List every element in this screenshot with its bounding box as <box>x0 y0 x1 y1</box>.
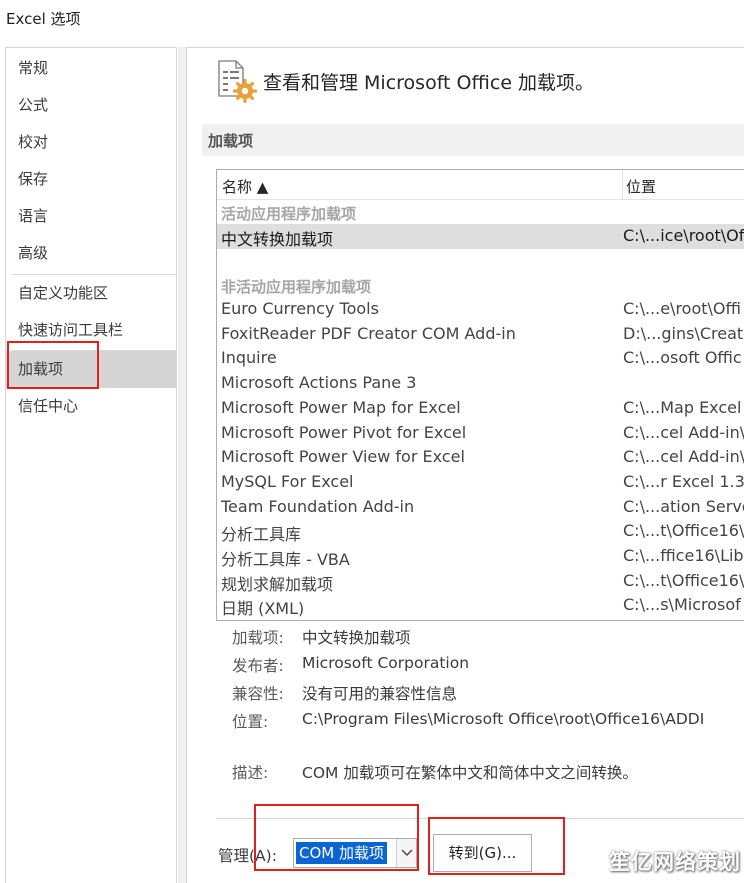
detail-value: C:\Program Files\Microsoft Office\root\O… <box>302 710 705 728</box>
detail-value: Microsoft Corporation <box>302 654 470 672</box>
addin-location: C:\...ation Serve <box>623 496 744 516</box>
addin-location: C:\...ffice16\Lib <box>623 546 744 565</box>
nav-item-proofing[interactable]: 校对 <box>6 124 176 161</box>
nav-item-language[interactable]: 语言 <box>6 198 176 235</box>
addin-name: 日期 (XML) <box>221 599 305 619</box>
nav-item-trust-center[interactable]: 信任中心 <box>6 388 176 425</box>
nav-item-formulas[interactable]: 公式 <box>6 87 176 124</box>
addin-location: C:\...s\Microsof <box>623 595 741 615</box>
detail-value: 没有可用的兼容性信息 <box>302 685 458 703</box>
group-label-inactive: 非活动应用程序加载项 <box>221 278 372 296</box>
list-item[interactable]: FoxitReader PDF Creator COM Add-in D:\..… <box>217 322 744 347</box>
watermark-text: 笙亿网络策划 <box>609 850 741 874</box>
list-item[interactable]: 日期 (XML) C:\...s\Microsof <box>217 593 744 618</box>
list-item[interactable]: Inquire C:\...osoft Offic <box>217 346 744 371</box>
column-divider <box>622 170 623 200</box>
group-label-active: 活动应用程序加载项 <box>221 205 357 223</box>
addin-name: 分析工具库 <box>221 525 302 545</box>
list-item[interactable]: Microsoft Power Pivot for Excel C:\...ce… <box>217 421 744 446</box>
addin-name: Euro Currency Tools <box>221 299 379 318</box>
addin-location: C:\...Map Excel <box>623 397 742 417</box>
title-bar: Excel 选项 <box>0 0 744 38</box>
column-header-location[interactable]: 位置 <box>626 176 656 197</box>
highlight-box-go <box>428 817 565 875</box>
list-item[interactable]: Microsoft Actions Pane 3 <box>217 371 744 396</box>
list-item[interactable]: Microsoft Power View for Excel C:\...cel… <box>217 445 744 470</box>
column-header-name[interactable]: 名称 ▲ <box>222 176 268 197</box>
highlight-box-addins <box>7 341 99 389</box>
detail-value: 中文转换加载项 <box>302 629 411 647</box>
addin-location: C:\...e\root\Offi <box>623 299 741 318</box>
addin-name: Microsoft Power Pivot for Excel <box>221 422 467 442</box>
list-item[interactable]: 规划求解加载项 C:\...t\Office16\ <box>217 569 744 594</box>
list-item[interactable]: Euro Currency Tools C:\...e\root\Offi <box>217 297 744 322</box>
detail-label: 位置: <box>232 713 269 731</box>
nav-item-save[interactable]: 保存 <box>6 161 176 198</box>
sidebar: 常规 公式 校对 保存 语言 高级 自定义功能区 快速访问工具栏 加载项 信任中… <box>5 47 177 883</box>
addin-location: C:\...t\Office16\ <box>623 570 744 590</box>
addin-location: C:\...cel Add-in\ <box>623 447 744 467</box>
addin-name: 规划求解加载项 <box>221 574 334 594</box>
detail-label: 描述: <box>232 764 269 782</box>
main-panel: 查看和管理 Microsoft Office 加载项。 加载项 名称 ▲ 位置 … <box>186 47 744 883</box>
list-item[interactable]: Microsoft Power Map for Excel C:\...Map … <box>217 396 744 421</box>
list-item[interactable]: Team Foundation Add-in C:\...ation Serve <box>217 495 744 520</box>
addin-location: C:\...r Excel 1.3\ <box>623 471 744 491</box>
addin-location: D:\...gins\Creat <box>623 323 744 343</box>
list-item[interactable]: 分析工具库 - VBA C:\...ffice16\Lib <box>217 544 744 569</box>
list-column-header: 名称 ▲ 位置 <box>217 170 744 200</box>
nav-item-advanced[interactable]: 高级 <box>6 235 176 272</box>
addin-name: Team Foundation Add-in <box>221 496 415 516</box>
addin-location: C:\...cel Add-in\ <box>623 422 744 442</box>
addin-name: FoxitReader PDF Creator COM Add-in <box>221 323 516 343</box>
addin-name: Microsoft Power Map for Excel <box>221 397 461 417</box>
addin-location: C:\...t\Office16\ <box>623 521 744 541</box>
detail-label: 加载项: <box>232 629 284 647</box>
addins-list[interactable]: 名称 ▲ 位置 活动应用程序加载项 中文转换加载项 C:\...ice\root… <box>216 169 744 621</box>
addin-name: MySQL For Excel <box>221 471 354 491</box>
addin-name: Microsoft Power View for Excel <box>221 447 465 467</box>
window-title: Excel 选项 <box>6 10 81 28</box>
detail-label: 兼容性: <box>232 685 284 703</box>
detail-value: COM 加载项可在繁体中文和简体中文之间转换。 <box>302 764 638 782</box>
page-header: 查看和管理 Microsoft Office 加载项。 <box>263 72 595 94</box>
addin-name: 中文转换加载项 <box>221 230 334 249</box>
addins-settings-icon <box>216 58 258 104</box>
detail-label: 发布者: <box>232 657 284 675</box>
addin-name: 分析工具库 - VBA <box>221 550 350 569</box>
section-title: 加载项 <box>208 132 254 150</box>
list-item[interactable]: 分析工具库 C:\...t\Office16\ <box>217 519 744 544</box>
addin-name: Microsoft Actions Pane 3 <box>221 373 417 393</box>
nav-item-general[interactable]: 常规 <box>6 50 176 87</box>
highlight-box-manage <box>254 804 419 871</box>
pane-gutter <box>178 47 186 883</box>
addin-location: C:\...osoft Offic <box>623 348 742 368</box>
addin-name: Inquire <box>221 348 277 368</box>
addins-section-header: 加载项 <box>202 124 744 156</box>
list-item[interactable]: 中文转换加载项 C:\...ice\root\Offi <box>217 224 744 249</box>
addin-location: C:\...ice\root\Offi <box>623 226 744 245</box>
list-item[interactable]: MySQL For Excel C:\...r Excel 1.3\ <box>217 470 744 495</box>
nav-item-customize-ribbon[interactable]: 自定义功能区 <box>6 275 176 312</box>
